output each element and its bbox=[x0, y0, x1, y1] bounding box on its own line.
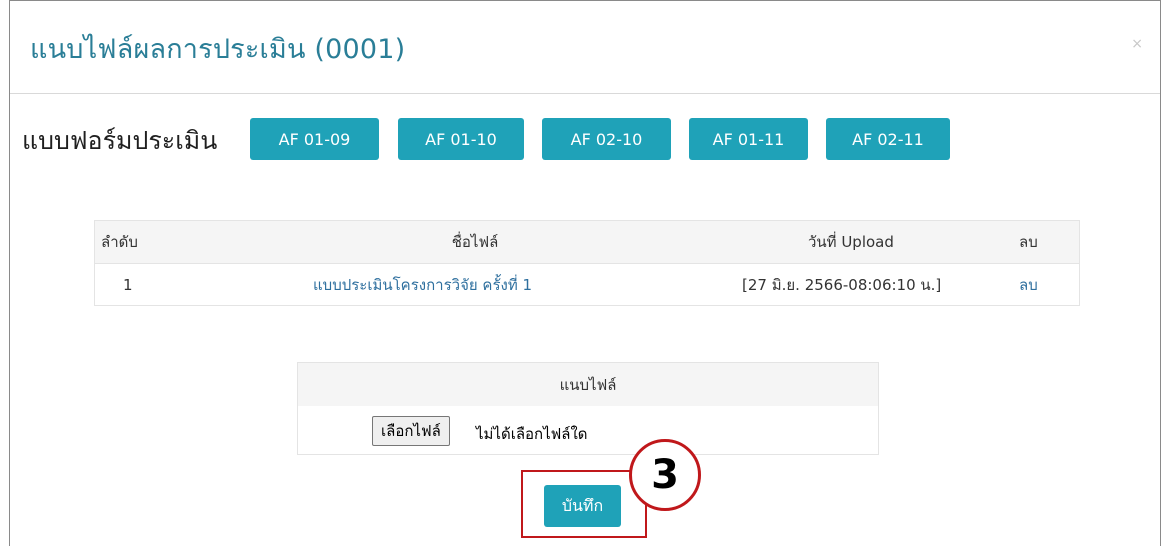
form-button-af-02-11[interactable]: AF 02-11 bbox=[826, 118, 950, 160]
attach-file-body: เลือกไฟล์ ไม่ได้เลือกไฟล์ใด bbox=[298, 406, 878, 454]
attach-file-panel: แนบไฟล์ เลือกไฟล์ ไม่ได้เลือกไฟล์ใด bbox=[297, 362, 879, 455]
header-upload-date: วันที่ Upload bbox=[808, 233, 894, 251]
assessment-forms-label: แบบฟอร์มประเมิน bbox=[22, 126, 218, 155]
step-marker: 3 bbox=[629, 439, 701, 511]
form-button-af-01-09[interactable]: AF 01-09 bbox=[250, 118, 379, 160]
header-delete: ลบ bbox=[1019, 233, 1038, 251]
choose-file-button[interactable]: เลือกไฟล์ bbox=[372, 416, 450, 446]
header-filename: ชื่อไฟล์ bbox=[451, 233, 499, 251]
form-button-af-01-10[interactable]: AF 01-10 bbox=[398, 118, 524, 160]
upload-evaluation-modal: แนบไฟล์ผลการประเมิน (0001) × แบบฟอร์มประ… bbox=[9, 0, 1161, 546]
uploaded-files-table: ลำดับ ชื่อไฟล์ วันที่ Upload ลบ 1 แบบประ… bbox=[94, 220, 1080, 306]
row-no: 1 bbox=[123, 276, 133, 294]
modal-title: แนบไฟล์ผลการประเมิน (0001) bbox=[30, 34, 406, 65]
attach-file-header: แนบไฟล์ bbox=[298, 363, 878, 406]
form-button-af-02-10[interactable]: AF 02-10 bbox=[542, 118, 671, 160]
close-icon[interactable]: × bbox=[1131, 37, 1143, 51]
table-header: ลำดับ ชื่อไฟล์ วันที่ Upload ลบ bbox=[95, 221, 1079, 263]
file-link[interactable]: แบบประเมินโครงการวิจัย ครั้งที่ 1 bbox=[313, 264, 532, 306]
upload-date: [27 มิ.ย. 2566-08:06:10 น.] bbox=[742, 276, 942, 294]
save-button[interactable]: บันทึก bbox=[544, 485, 621, 527]
form-button-af-01-11[interactable]: AF 01-11 bbox=[689, 118, 808, 160]
modal-header: แนบไฟล์ผลการประเมิน (0001) × bbox=[10, 1, 1160, 94]
delete-link[interactable]: ลบ bbox=[1019, 264, 1038, 306]
file-status-text: ไม่ได้เลือกไฟล์ใด bbox=[476, 425, 588, 443]
table-row: 1 แบบประเมินโครงการวิจัย ครั้งที่ 1 [27 … bbox=[95, 263, 1079, 305]
